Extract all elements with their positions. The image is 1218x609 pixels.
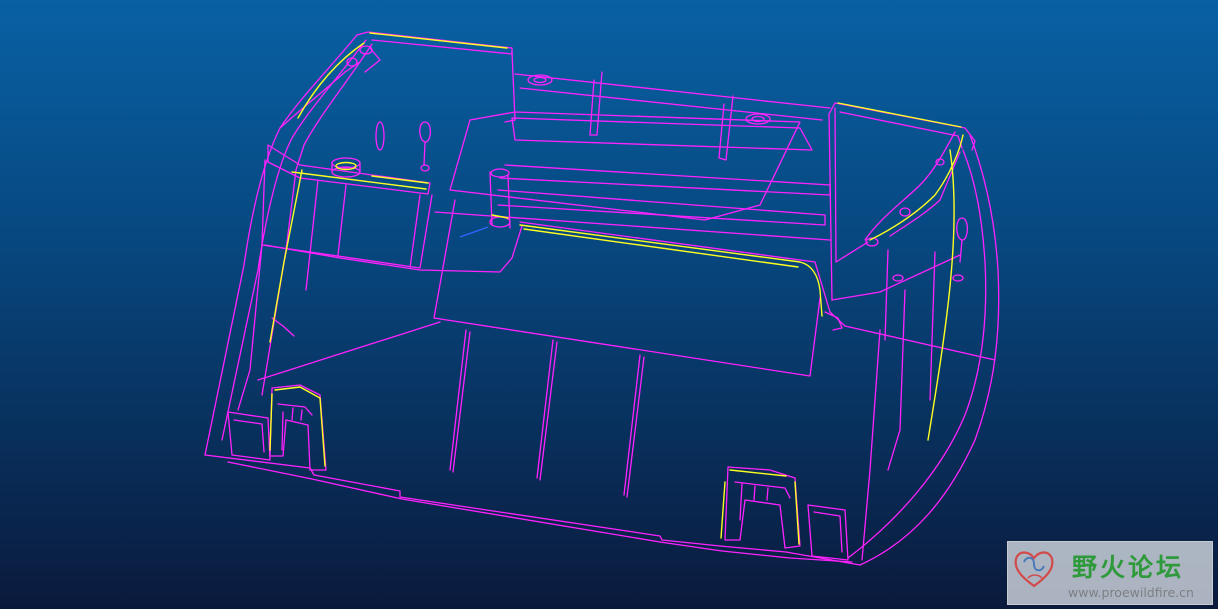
top-tilted-plane xyxy=(449,111,801,221)
right-wall-vertical-highlight xyxy=(927,149,955,441)
left-shelf-lower xyxy=(264,225,523,273)
tab-right xyxy=(718,95,734,161)
rib-1-a xyxy=(449,329,467,471)
right-vertical-2 xyxy=(887,289,906,471)
keyhole-left xyxy=(419,121,432,166)
boss-rear-right xyxy=(745,113,771,125)
rib-2-b xyxy=(539,341,558,481)
left-notch-highlight-2 xyxy=(269,393,273,451)
left-wall-curve-highlight xyxy=(297,42,365,119)
left-cap-bracket xyxy=(279,47,381,129)
left-corner-block-inner xyxy=(233,419,265,453)
right-foot-notch xyxy=(724,466,801,549)
right-floor-edge xyxy=(844,325,996,361)
boss-rear-left-inner xyxy=(533,76,547,84)
rear-crossbar xyxy=(499,164,831,196)
slot-left-1 xyxy=(375,121,385,151)
left-foot-notch-inner xyxy=(277,403,313,451)
right-notch-highlight-2 xyxy=(720,481,726,539)
left-cap-top-highlight xyxy=(369,32,508,49)
right-cap-inner xyxy=(839,111,963,149)
center-post xyxy=(489,171,511,229)
rear-frame xyxy=(449,71,831,229)
left-wall-vertical-2 xyxy=(337,184,347,256)
front-panel-outline xyxy=(433,199,821,377)
right-notch-highlight-3 xyxy=(794,481,800,545)
right-cap-top xyxy=(834,102,976,151)
left-shelf xyxy=(237,45,523,411)
right-wall xyxy=(824,107,996,561)
keyhole-left-base xyxy=(420,164,430,172)
left-wall-lower-line xyxy=(271,317,295,337)
housing-wireframe xyxy=(204,31,1000,566)
right-small-block-inner xyxy=(813,511,843,553)
left-wall-inner-edge xyxy=(221,39,367,441)
rib-2-a xyxy=(536,339,554,479)
left-wall-vertical-3 xyxy=(409,194,421,269)
rib-3-a xyxy=(623,354,641,496)
watermark-url: www.proewildfire.cn xyxy=(1068,585,1194,600)
left-shelf-plane xyxy=(261,159,433,269)
left-cap-side xyxy=(504,51,516,123)
front-bottom-edge xyxy=(204,454,861,566)
right-vertical-4 xyxy=(884,249,889,341)
rib-1-b xyxy=(452,331,471,473)
rib-3-b xyxy=(626,356,645,498)
keyhole-right-base xyxy=(952,274,964,282)
heart-swirl-icon xyxy=(1014,551,1054,588)
left-shelf-highlight-2 xyxy=(371,175,429,184)
right-vertical-1 xyxy=(861,329,881,561)
left-wall-vertical-highlight xyxy=(269,169,303,343)
right-cap-side xyxy=(828,102,836,301)
rear-rail-lower xyxy=(519,87,823,121)
highlighted-edges xyxy=(269,32,964,545)
watermark: 野火论坛 www.proewildfire.cn xyxy=(1007,541,1213,605)
left-foot-notch xyxy=(269,384,327,471)
tab-left xyxy=(589,71,603,136)
inner-ledge-highlight xyxy=(519,224,823,317)
front-inner-line xyxy=(257,321,441,381)
center-post-top xyxy=(490,168,510,178)
left-cap-top xyxy=(356,31,513,55)
rear-rail-upper xyxy=(514,73,831,109)
left-corner-block xyxy=(227,411,271,461)
watermark-title: 野火论坛 xyxy=(1072,553,1185,582)
outer-shell xyxy=(204,31,1000,566)
right-floor-edge-2 xyxy=(831,254,961,301)
cad-viewport[interactable]: 野火论坛 www.proewildfire.cn xyxy=(0,0,1218,609)
right-cap-wall xyxy=(834,107,869,263)
coordinate-axis-marker xyxy=(459,226,489,238)
left-wall-vertical-1 xyxy=(305,179,319,291)
right-hole-1 xyxy=(892,274,904,282)
front-panel xyxy=(257,199,846,498)
right-boss-2 xyxy=(899,207,911,217)
right-vertical-3 xyxy=(929,251,936,401)
